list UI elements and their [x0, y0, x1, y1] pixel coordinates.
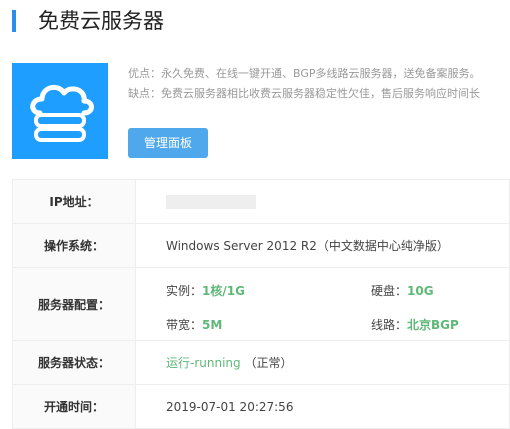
bandwidth-spec: 带宽：5M [166, 316, 222, 333]
line-spec: 线路：北京BGP [371, 316, 459, 333]
instance-value: 1核/1G [202, 284, 245, 298]
ip-value [135, 179, 510, 224]
status-badge: 运行-running [166, 356, 241, 370]
instance-label: 实例： [166, 284, 203, 298]
status-value: 运行-running （正常） [135, 340, 510, 385]
cons-text: 缺点：免费云服务器相比收费云服务器稳定性欠佳，售后服务响应时间长 [128, 87, 480, 100]
disk-value: 10G [407, 284, 434, 298]
table-row: 操作系统： Windows Server 2012 R2（中文数据中心纯净版） [12, 223, 510, 268]
manage-panel-button[interactable]: 管理面板 [128, 128, 208, 158]
title-accent-bar [12, 10, 16, 32]
server-info-table: IP地址： 操作系统： Windows Server 2012 R2（中文数据中… [12, 179, 510, 429]
disk-label: 硬盘： [371, 284, 408, 298]
page-title: 免费云服务器 [38, 9, 164, 33]
config-label: 服务器配置： [12, 267, 136, 341]
bandwidth-label: 带宽： [166, 318, 203, 332]
bandwidth-value: 5M [202, 318, 223, 332]
table-row: 服务器状态： 运行-running （正常） [12, 340, 510, 385]
ip-label: IP地址： [12, 179, 136, 224]
status-label: 服务器状态： [12, 340, 136, 385]
open-time-value: 2019-07-01 20:27:56 [135, 384, 510, 429]
ip-redacted [166, 194, 256, 209]
instance-spec: 实例：1核/1G [166, 282, 245, 299]
cloud-server-icon [12, 63, 108, 159]
line-label: 线路： [371, 318, 408, 332]
disk-spec: 硬盘：10G [371, 282, 434, 299]
os-value: Windows Server 2012 R2（中文数据中心纯净版） [135, 223, 510, 268]
status-note: （正常） [244, 356, 293, 370]
open-time-label: 开通时间： [12, 384, 136, 429]
table-row: 服务器配置： 实例：1核/1G 硬盘：10G 带宽：5M 线路：北京BGP [12, 267, 510, 341]
line-value: 北京BGP [407, 318, 459, 332]
config-value: 实例：1核/1G 硬盘：10G 带宽：5M 线路：北京BGP [135, 267, 510, 341]
table-row: 开通时间： 2019-07-01 20:27:56 [12, 384, 510, 429]
os-label: 操作系统： [12, 223, 136, 268]
table-row: IP地址： [12, 179, 510, 224]
pros-text: 优点：永久免费、在线一键开通、BGP多线路云服务器，送免备案服务。 [128, 67, 481, 80]
